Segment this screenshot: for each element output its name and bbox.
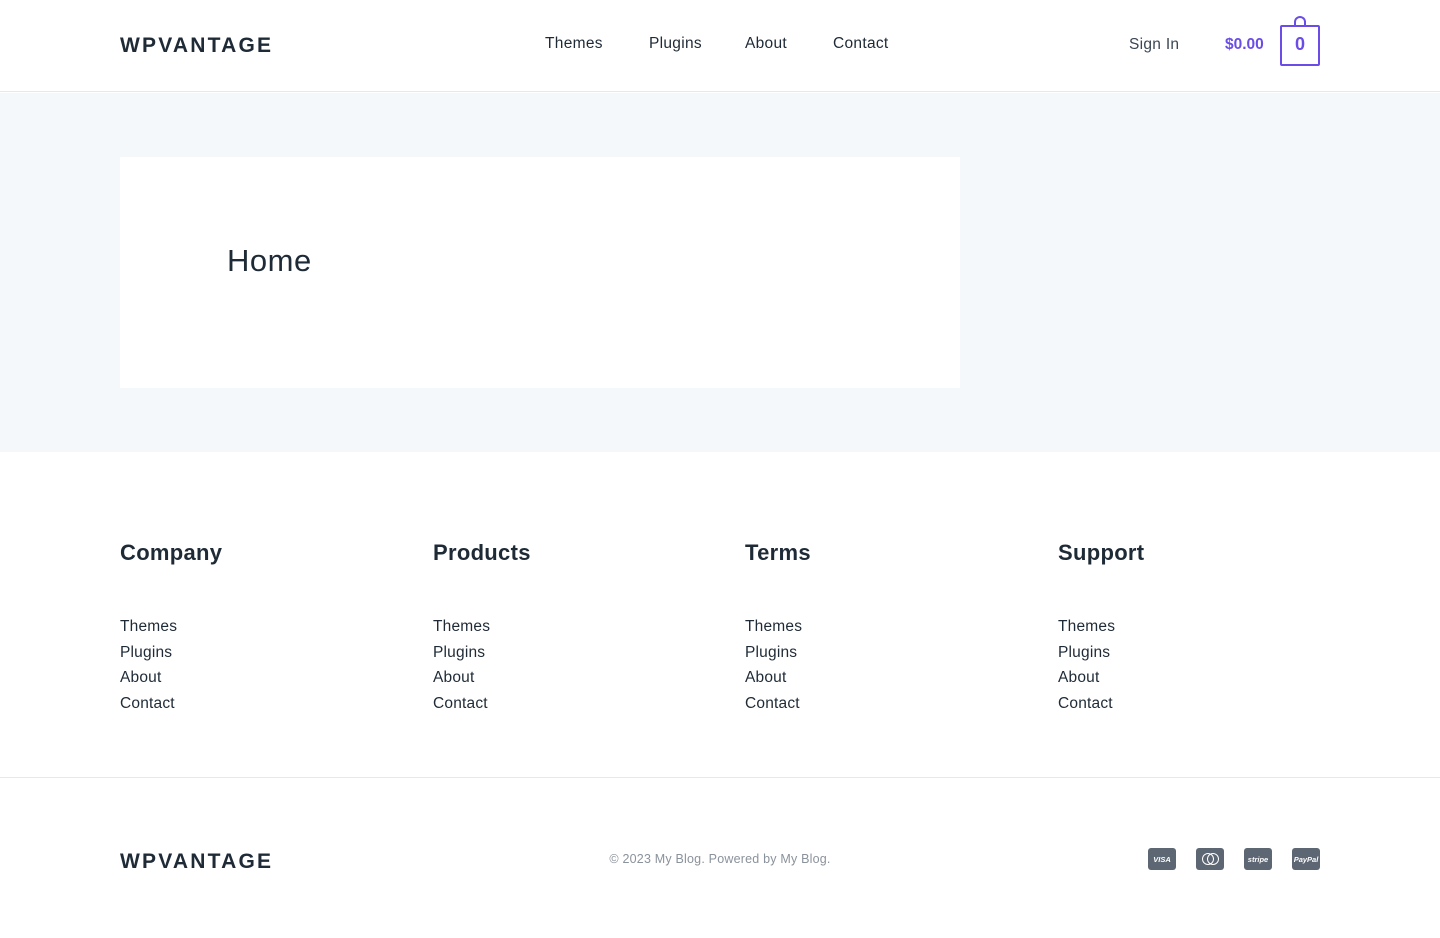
footer-column-support: Support Themes Plugins About Contact [1058,540,1308,717]
footer-link[interactable]: Plugins [120,640,370,666]
visa-icon: VISA [1148,848,1176,870]
main-nav: Themes Plugins About Contact [545,35,889,53]
nav-contact[interactable]: Contact [833,35,889,53]
footer-link[interactable]: Contact [745,691,995,717]
footer-link[interactable]: Contact [433,691,683,717]
footer-link[interactable]: Plugins [745,640,995,666]
cart-total[interactable]: $0.00 [1225,36,1264,54]
footer-link[interactable]: About [120,665,370,691]
footer-bar: WPVANTAGE © 2023 My Blog. Powered by My … [0,777,1440,938]
footer-link[interactable]: Contact [1058,691,1308,717]
site-header: WPVANTAGE Themes Plugins About Contact S… [0,0,1440,92]
footer-link[interactable]: Themes [433,614,683,640]
content-card: Home [120,157,960,388]
footer-column-title: Support [1058,540,1145,565]
shopping-bag-icon [1294,16,1306,27]
footer-link[interactable]: Themes [745,614,995,640]
footer-link[interactable]: Plugins [433,640,683,666]
mastercard-icon [1196,848,1224,870]
footer-link[interactable]: About [433,665,683,691]
nav-about[interactable]: About [745,35,833,53]
nav-plugins[interactable]: Plugins [649,35,745,53]
footer-column-title: Products [433,540,531,565]
cart-button[interactable]: 0 [1280,16,1320,66]
footer-link[interactable]: Plugins [1058,640,1308,666]
footer-widgets: Company Themes Plugins About Contact Pro… [0,452,1440,777]
footer-column-terms: Terms Themes Plugins About Contact [745,540,995,717]
sign-in-link[interactable]: Sign In [1129,36,1179,54]
site-logo[interactable]: WPVANTAGE [120,34,273,58]
stripe-icon: stripe [1244,848,1272,870]
main-content: Home [0,93,1440,452]
paypal-icon: PayPal [1292,848,1320,870]
footer-link[interactable]: Themes [120,614,370,640]
cart-count: 0 [1294,34,1305,54]
footer-column-title: Company [120,540,223,565]
footer-column-company: Company Themes Plugins About Contact [120,540,370,717]
footer-link[interactable]: Contact [120,691,370,717]
footer-column-products: Products Themes Plugins About Contact [433,540,683,717]
payment-icons: VISA stripe PayPal [1148,848,1320,870]
footer-link[interactable]: About [745,665,995,691]
nav-themes[interactable]: Themes [545,35,649,53]
footer-link[interactable]: Themes [1058,614,1308,640]
footer-link[interactable]: About [1058,665,1308,691]
page-title: Home [227,243,312,278]
footer-column-title: Terms [745,540,811,565]
